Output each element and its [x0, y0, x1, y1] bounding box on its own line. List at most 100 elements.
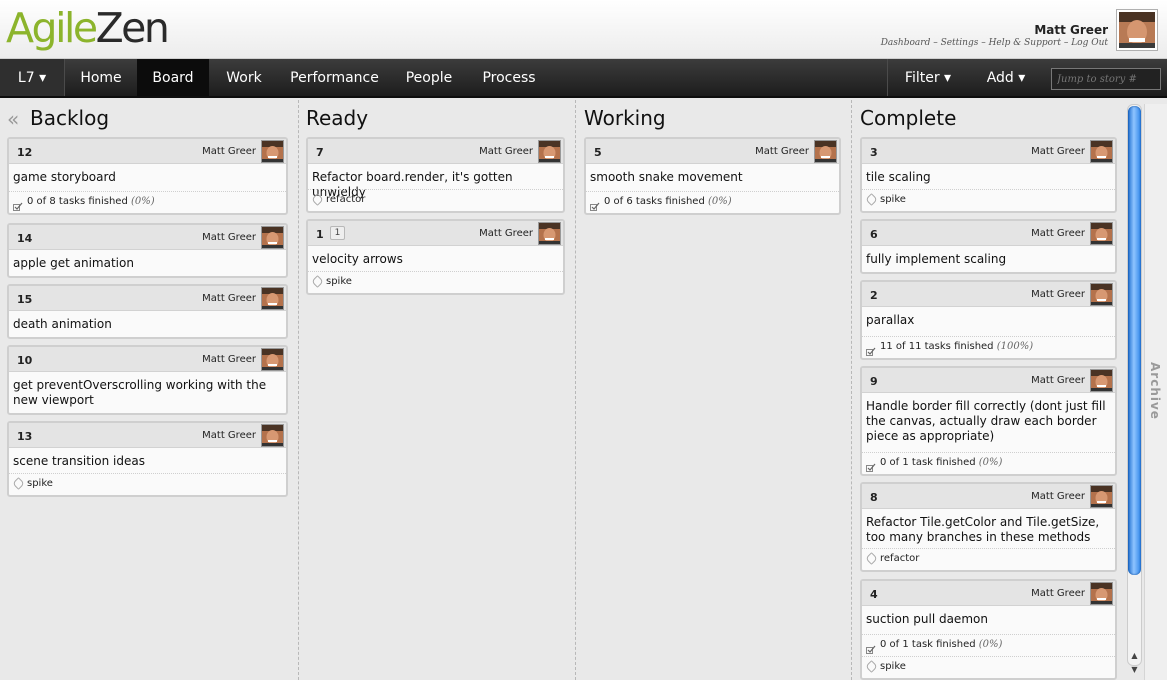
story-card[interactable]: 8 Matt Greer Refactor Tile.getColor and Ti…: [860, 482, 1117, 572]
story-number[interactable]: 4: [870, 588, 878, 601]
owner-avatar-icon[interactable]: [261, 424, 284, 447]
nav-tab-home[interactable]: Home: [65, 59, 137, 96]
comment-count-badge[interactable]: 1: [330, 226, 345, 240]
nav-tab-work[interactable]: Work: [209, 59, 279, 96]
story-owner[interactable]: Matt Greer: [1031, 289, 1085, 300]
story-title[interactable]: game storyboard: [13, 170, 282, 185]
story-card[interactable]: 7 Matt Greer Refactor board.render, it's g…: [306, 137, 565, 213]
story-owner[interactable]: Matt Greer: [202, 293, 256, 304]
jump-to-story-input[interactable]: [1051, 68, 1161, 90]
story-title[interactable]: fully implement scaling: [866, 252, 1111, 267]
story-number[interactable]: 5: [594, 146, 602, 159]
agilezen-logo[interactable]: AgileZen: [6, 4, 170, 52]
owner-avatar-icon[interactable]: [538, 222, 561, 245]
nav-tab-board[interactable]: Board: [137, 59, 209, 96]
story-owner[interactable]: Matt Greer: [1031, 588, 1085, 599]
story-card[interactable]: 13 Matt Greer scene transition ideas spike: [7, 421, 288, 497]
story-owner[interactable]: Matt Greer: [202, 146, 256, 157]
owner-avatar-icon[interactable]: [1090, 369, 1113, 392]
task-progress[interactable]: 0 of 6 tasks finished (0%): [586, 191, 839, 211]
owner-avatar-icon[interactable]: [1090, 485, 1113, 508]
story-title[interactable]: death animation: [13, 317, 282, 332]
story-title[interactable]: scene transition ideas: [13, 454, 282, 469]
user-link-settings[interactable]: Settings: [941, 38, 979, 48]
story-tag[interactable]: refactor: [880, 553, 919, 564]
story-owner[interactable]: Matt Greer: [755, 146, 809, 157]
story-title[interactable]: suction pull daemon: [866, 612, 1111, 627]
story-number[interactable]: 1: [316, 228, 324, 241]
story-number[interactable]: 10: [17, 354, 32, 367]
story-title[interactable]: Handle border fill correctly (dont just …: [866, 399, 1111, 444]
story-owner[interactable]: Matt Greer: [1031, 228, 1085, 239]
owner-avatar-icon[interactable]: [814, 140, 837, 163]
nav-tab-performance[interactable]: Performance: [279, 59, 390, 96]
story-owner[interactable]: Matt Greer: [1031, 375, 1085, 386]
story-owner[interactable]: Matt Greer: [479, 228, 533, 239]
owner-avatar-icon[interactable]: [261, 348, 284, 371]
task-progress[interactable]: 11 of 11 tasks finished (100%): [862, 336, 1115, 356]
story-tag[interactable]: spike: [27, 478, 53, 489]
task-progress[interactable]: 0 of 1 task finished (0%): [862, 634, 1115, 654]
owner-avatar-icon[interactable]: [261, 287, 284, 310]
story-number[interactable]: 2: [870, 289, 878, 302]
user-avatar[interactable]: [1116, 9, 1158, 51]
story-card[interactable]: 9 Matt Greer Handle border fill correctly …: [860, 366, 1117, 476]
story-owner[interactable]: Matt Greer: [1031, 146, 1085, 157]
user-link-help-support[interactable]: Help & Support: [989, 38, 1061, 48]
story-title[interactable]: Refactor Tile.getColor and Tile.getSize,…: [866, 515, 1111, 545]
scrollbar-thumb[interactable]: [1128, 106, 1141, 575]
story-number[interactable]: 14: [17, 232, 32, 245]
task-progress[interactable]: 0 of 8 tasks finished (0%): [9, 191, 286, 211]
story-title[interactable]: parallax: [866, 313, 1111, 328]
story-number[interactable]: 15: [17, 293, 32, 306]
scroll-arrows[interactable]: ▲ ▼: [1128, 649, 1141, 679]
story-title[interactable]: get preventOverscrolling working with th…: [13, 378, 282, 408]
project-selector[interactable]: L7 ▾: [0, 59, 64, 96]
story-tag[interactable]: spike: [880, 661, 906, 672]
story-card[interactable]: 14 Matt Greer apple get animation: [7, 223, 288, 278]
owner-avatar-icon[interactable]: [1090, 222, 1113, 245]
story-owner[interactable]: Matt Greer: [1031, 491, 1085, 502]
owner-avatar-icon[interactable]: [261, 226, 284, 249]
story-card[interactable]: 15 Matt Greer death animation: [7, 284, 288, 339]
story-title[interactable]: apple get animation: [13, 256, 282, 271]
story-owner[interactable]: Matt Greer: [202, 232, 256, 243]
story-tag[interactable]: spike: [326, 276, 352, 287]
story-number[interactable]: 13: [17, 430, 32, 443]
story-card[interactable]: 5 Matt Greer smooth snake movement 0 of 6 t…: [584, 137, 841, 215]
owner-avatar-icon[interactable]: [1090, 140, 1113, 163]
story-card[interactable]: 12 Matt Greer game storyboard 0 of 8 tasks …: [7, 137, 288, 215]
nav-tab-process[interactable]: Process: [468, 59, 550, 96]
nav-tab-people[interactable]: People: [390, 59, 468, 96]
story-number[interactable]: 3: [870, 146, 878, 159]
owner-avatar-icon[interactable]: [1090, 283, 1113, 306]
story-owner[interactable]: Matt Greer: [202, 354, 256, 365]
story-card[interactable]: 6 Matt Greer fully implement scaling: [860, 219, 1117, 274]
owner-avatar-icon[interactable]: [538, 140, 561, 163]
story-title[interactable]: smooth snake movement: [590, 170, 835, 185]
story-title[interactable]: tile scaling: [866, 170, 1111, 185]
story-tag[interactable]: refactor: [326, 194, 365, 205]
story-card[interactable]: 3 Matt Greer tile scaling spike: [860, 137, 1117, 213]
owner-avatar-icon[interactable]: [1090, 582, 1113, 605]
owner-avatar-icon[interactable]: [261, 140, 284, 163]
story-card[interactable]: 1 1 Matt Greer velocity arrows spike: [306, 219, 565, 295]
story-number[interactable]: 6: [870, 228, 878, 241]
story-owner[interactable]: Matt Greer: [479, 146, 533, 157]
story-card[interactable]: 4 Matt Greer suction pull daemon 0 of 1 tas…: [860, 579, 1117, 680]
story-number[interactable]: 12: [17, 146, 32, 159]
story-card[interactable]: 10 Matt Greer get preventOverscrolling wor…: [7, 345, 288, 415]
story-number[interactable]: 7: [316, 146, 324, 159]
collapse-backlog-icon[interactable]: «: [7, 109, 19, 129]
story-number[interactable]: 9: [870, 375, 878, 388]
story-tag[interactable]: spike: [880, 194, 906, 205]
story-owner[interactable]: Matt Greer: [202, 430, 256, 441]
story-number[interactable]: 8: [870, 491, 878, 504]
task-progress[interactable]: 0 of 1 task finished (0%): [862, 452, 1115, 472]
add-menu[interactable]: Add ▾: [968, 59, 1044, 96]
user-link-log-out[interactable]: Log Out: [1071, 38, 1108, 48]
story-card[interactable]: 2 Matt Greer parallax 11 of 11 tasks finish…: [860, 280, 1117, 360]
filter-menu[interactable]: Filter ▾: [888, 59, 968, 96]
story-title[interactable]: velocity arrows: [312, 252, 559, 267]
user-link-dashboard[interactable]: Dashboard: [881, 38, 931, 48]
